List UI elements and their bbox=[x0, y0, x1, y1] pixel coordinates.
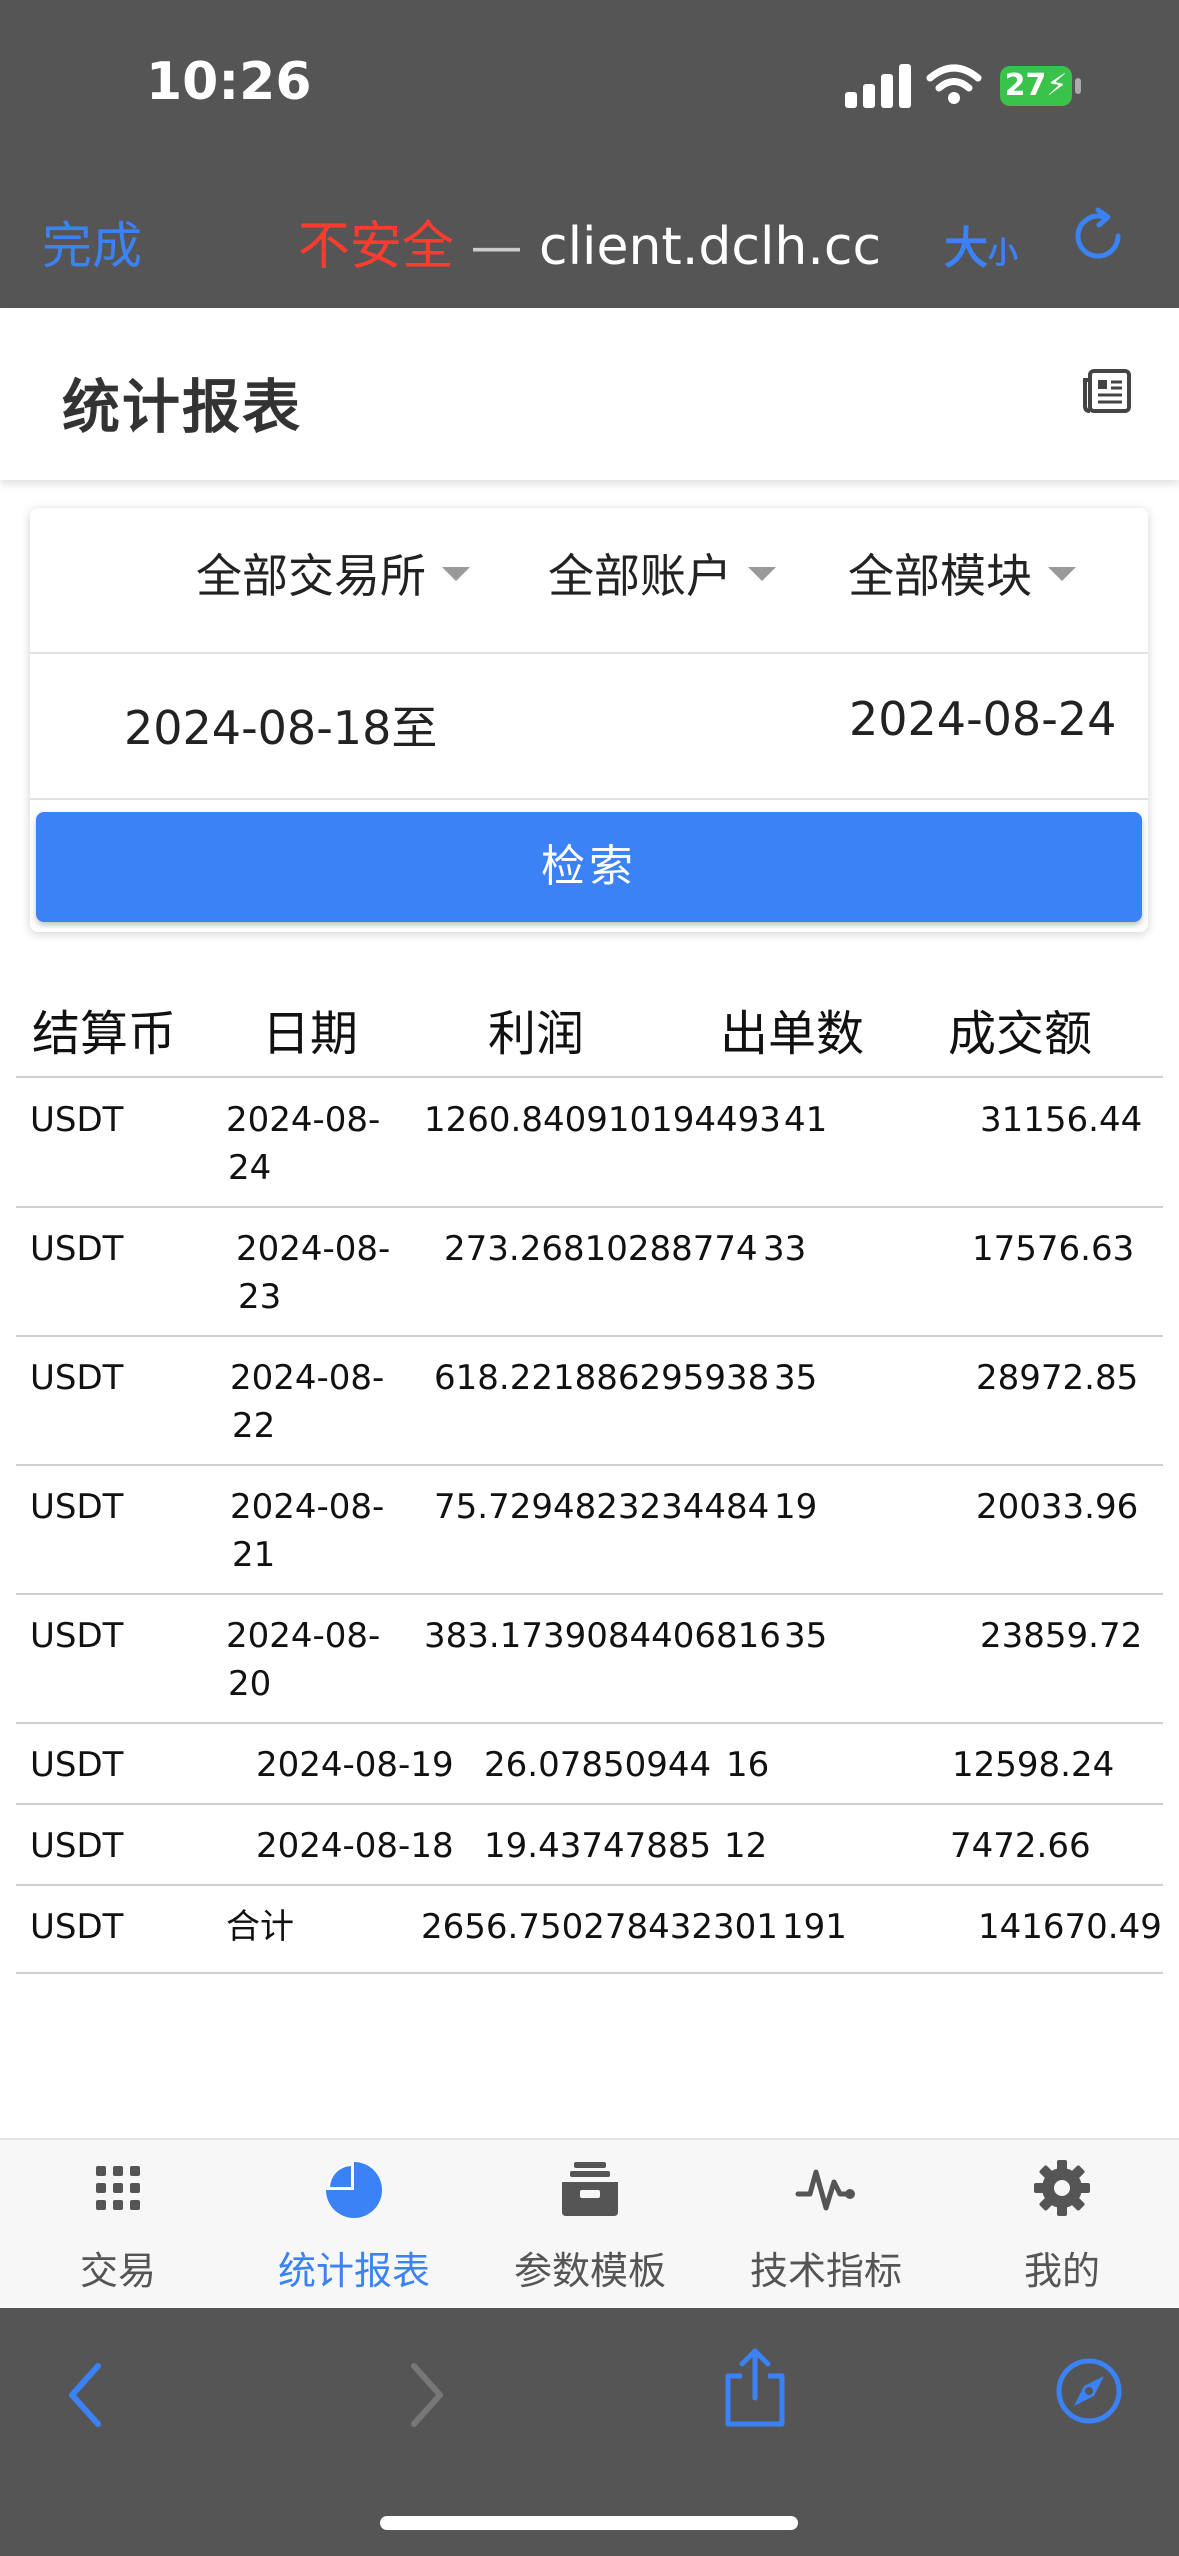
pulse-icon bbox=[795, 2169, 855, 2211]
column-header-coin: 结算币 bbox=[32, 1006, 177, 1062]
cell-orders: 12 bbox=[724, 1826, 768, 1866]
tab-indicators[interactable]: 技术指标 bbox=[708, 2156, 944, 2295]
cell-date: 2024-08- 22 bbox=[230, 1358, 385, 1446]
cell-profit: 19.43747885 bbox=[484, 1826, 712, 1866]
column-header-profit: 利润 bbox=[488, 1006, 585, 1062]
divider bbox=[30, 652, 1148, 654]
cell-coin: USDT bbox=[30, 1907, 124, 1947]
tab-label: 统计报表 bbox=[277, 2249, 430, 2293]
page-title: 统计报表 bbox=[62, 373, 303, 441]
url-domain: client.dclh.cc bbox=[539, 217, 882, 277]
cell-profit: 273.26810288774 bbox=[444, 1229, 758, 1269]
table-divider bbox=[16, 1206, 1163, 1208]
column-header-orders: 出单数 bbox=[720, 1006, 865, 1062]
table-divider bbox=[16, 1803, 1163, 1805]
battery-tip bbox=[1075, 78, 1081, 94]
insecure-label: 不安全 bbox=[297, 217, 454, 277]
table-divider bbox=[16, 1884, 1163, 1886]
cell-orders: 35 bbox=[784, 1616, 828, 1656]
column-header-volume: 成交额 bbox=[948, 1006, 1093, 1062]
cell-coin: USDT bbox=[30, 1616, 124, 1656]
pie-chart-icon bbox=[326, 2162, 382, 2218]
text-size-button[interactable]: 大小 bbox=[944, 212, 1018, 276]
cell-date: 2024-08- 20 bbox=[226, 1616, 381, 1704]
cell-volume: 28972.85 bbox=[976, 1358, 1139, 1398]
table-divider bbox=[16, 1593, 1163, 1595]
tab-label: 技术指标 bbox=[749, 2249, 902, 2293]
tab-label: 交易 bbox=[79, 2249, 156, 2293]
cell-date: 2024-08- 21 bbox=[230, 1487, 385, 1575]
cell-volume: 31156.44 bbox=[980, 1100, 1143, 1140]
compass-icon[interactable] bbox=[1054, 2356, 1124, 2426]
cell-date: 2024-08- 23 bbox=[236, 1229, 391, 1317]
end-date-field[interactable]: 2024-08-24 bbox=[849, 692, 1116, 746]
forward-icon[interactable] bbox=[404, 2360, 448, 2430]
inbox-tray-icon bbox=[562, 2162, 618, 2216]
cell-orders: 35 bbox=[774, 1358, 818, 1398]
report-list-icon[interactable] bbox=[1082, 368, 1132, 414]
cell-profit: 2656.750278432301 bbox=[421, 1907, 778, 1947]
cell-date: 2024-08- 24 bbox=[226, 1100, 381, 1188]
cell-date: 2024-08-19 bbox=[256, 1745, 454, 1785]
cell-coin: USDT bbox=[30, 1358, 124, 1398]
table-divider bbox=[16, 1076, 1163, 1078]
account-dropdown[interactable]: 全部账户 bbox=[548, 540, 776, 606]
cell-orders: 41 bbox=[784, 1100, 828, 1140]
tab-label: 我的 bbox=[1023, 2249, 1100, 2293]
cell-date: 2024-08-18 bbox=[256, 1826, 454, 1866]
start-date-field[interactable]: 2024-08-18至 bbox=[124, 692, 437, 758]
table-divider bbox=[16, 1972, 1163, 1974]
column-header-date: 日期 bbox=[262, 1006, 359, 1062]
cell-total-label: 合计 bbox=[226, 1907, 294, 1947]
cell-profit: 383.1739084406816 bbox=[424, 1616, 781, 1656]
cell-volume: 12598.24 bbox=[952, 1745, 1115, 1785]
tab-statistics[interactable]: 统计报表 bbox=[236, 2156, 472, 2295]
table-divider bbox=[16, 1335, 1163, 1337]
cell-volume: 17576.63 bbox=[972, 1229, 1135, 1269]
divider bbox=[30, 798, 1148, 800]
module-dropdown[interactable]: 全部模块 bbox=[848, 540, 1076, 606]
cell-volume: 141670.49 bbox=[978, 1907, 1162, 1947]
cell-volume: 23859.72 bbox=[980, 1616, 1143, 1656]
caret-down-icon bbox=[442, 566, 470, 581]
table-divider bbox=[16, 1722, 1163, 1724]
cell-volume: 20033.96 bbox=[976, 1487, 1139, 1527]
tab-label: 参数模板 bbox=[513, 2249, 666, 2293]
cell-volume: 7472.66 bbox=[950, 1826, 1091, 1866]
cell-orders: 191 bbox=[782, 1907, 847, 1947]
cell-orders: 19 bbox=[774, 1487, 818, 1527]
tab-profile[interactable]: 我的 bbox=[944, 2156, 1179, 2295]
cell-coin: USDT bbox=[30, 1100, 124, 1140]
cell-orders: 16 bbox=[726, 1745, 770, 1785]
cell-coin: USDT bbox=[30, 1487, 124, 1527]
back-icon[interactable] bbox=[64, 2360, 108, 2430]
tab-templates[interactable]: 参数模板 bbox=[472, 2156, 708, 2295]
cell-coin: USDT bbox=[30, 1229, 124, 1269]
home-indicator bbox=[380, 2516, 798, 2530]
wifi-icon bbox=[926, 64, 982, 104]
cell-profit: 75.7294823234484 bbox=[434, 1487, 770, 1527]
url-separator: — bbox=[453, 217, 539, 277]
caret-down-icon bbox=[1048, 566, 1076, 581]
cell-profit: 1260.840910194493 bbox=[424, 1100, 781, 1140]
cell-profit: 26.07850944 bbox=[484, 1745, 712, 1785]
caret-down-icon bbox=[748, 566, 776, 581]
tab-trade[interactable]: 交易 bbox=[0, 2156, 236, 2295]
cell-coin: USDT bbox=[30, 1745, 124, 1785]
status-time: 10:26 bbox=[146, 52, 312, 112]
grid-icon bbox=[96, 2166, 140, 2210]
exchange-dropdown[interactable]: 全部交易所 bbox=[196, 540, 470, 606]
table-divider bbox=[16, 1464, 1163, 1466]
search-button[interactable]: 检索 bbox=[36, 812, 1142, 922]
share-icon[interactable] bbox=[720, 2346, 790, 2430]
battery-indicator: 27⚡ bbox=[1000, 66, 1072, 106]
cell-orders: 33 bbox=[763, 1229, 807, 1269]
reload-icon[interactable] bbox=[1070, 206, 1130, 266]
cell-profit: 618.221886295938 bbox=[434, 1358, 770, 1398]
cell-coin: USDT bbox=[30, 1826, 124, 1866]
gear-icon bbox=[1034, 2160, 1090, 2216]
